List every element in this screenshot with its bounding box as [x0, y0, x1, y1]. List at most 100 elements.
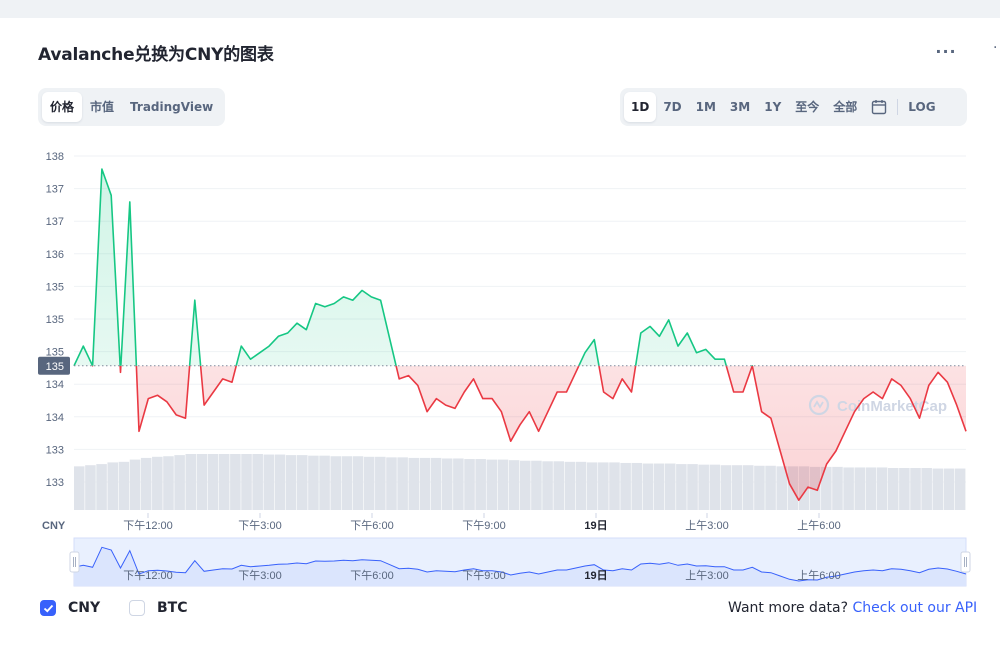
checkmark-icon[interactable] — [40, 600, 56, 616]
volume-bar — [375, 456, 386, 510]
range-ytd[interactable]: 至今 — [788, 92, 826, 122]
x-tick-label: 下午3:00 — [238, 519, 281, 532]
reference-label: 135 — [46, 361, 64, 373]
volume-bar — [943, 468, 955, 510]
volume-bar — [163, 456, 174, 510]
volume-bar — [687, 464, 698, 510]
volume-bar — [564, 461, 576, 510]
volume-bar — [932, 468, 944, 510]
navigator-left-handle[interactable] — [69, 551, 80, 573]
price-area-fill — [74, 169, 966, 501]
legend-btc-label: BTC — [157, 600, 188, 616]
volume-bar — [308, 455, 319, 510]
price-chart[interactable]: CoinMarketCap 135 1381371371361351351351… — [0, 130, 1000, 535]
x-tick-label: 上午3:00 — [685, 519, 728, 532]
volume-bar — [754, 465, 765, 510]
y-tick-label: 137 — [46, 184, 64, 196]
range-3m[interactable]: 3M — [723, 92, 757, 122]
legend-btc[interactable]: BTC — [129, 600, 188, 616]
volume-bar — [887, 468, 899, 510]
api-link[interactable]: Check out our API — [852, 600, 977, 616]
tab-tradingview[interactable]: TradingView — [122, 92, 221, 122]
volume-bar — [230, 454, 241, 510]
volume-bar — [542, 461, 553, 510]
navigator-x-tick-label: 下午6:00 — [350, 569, 393, 582]
volume-bar — [865, 467, 877, 510]
range-navigator[interactable]: 下午12:00 下午3:00 下午6:00 下午9:00 19日 上午3:00 上午6:00 — [0, 536, 1000, 590]
volume-bar — [441, 458, 453, 510]
navigator-x-tick-label: 上午3:00 — [685, 569, 728, 582]
volume-bar — [185, 454, 197, 510]
y-tick-label: 134 — [46, 379, 64, 391]
volume-bar — [464, 459, 475, 510]
side-panel-edge: · — [993, 40, 998, 56]
top-bar — [0, 0, 1000, 18]
navigator-x-tick-label: 上午6:00 — [797, 569, 840, 582]
volume-bar — [899, 468, 910, 510]
range-1d[interactable]: 1D — [624, 92, 657, 122]
volume-bar — [319, 455, 330, 510]
x-tick-label: 上午6:00 — [797, 519, 840, 532]
volume-bar — [140, 457, 152, 510]
volume-bar — [776, 466, 787, 510]
volume-bar — [263, 454, 275, 510]
volume-bar — [330, 456, 341, 510]
volume-bar — [497, 459, 509, 510]
log-toggle[interactable]: LOG — [901, 92, 942, 122]
range-1m[interactable]: 1M — [689, 92, 723, 122]
tab-price[interactable]: 价格 — [42, 92, 83, 122]
volume-bar — [285, 455, 297, 510]
volume-bar — [96, 464, 107, 510]
volume-bar — [709, 464, 721, 510]
navigator-right-handle[interactable] — [960, 551, 971, 573]
volume-bar — [910, 468, 921, 510]
volume-bar — [174, 455, 185, 510]
more-data-text: Want more data? Check out our API — [728, 600, 977, 616]
volume-bar — [854, 467, 866, 510]
volume-bar — [531, 460, 542, 510]
chart-title: Avalanche兑换为CNY的图表 — [38, 45, 274, 65]
volume-bar — [152, 456, 163, 510]
volume-bar — [274, 454, 286, 510]
x-tick-label: 下午9:00 — [462, 519, 505, 532]
below-reference-fill — [74, 365, 966, 501]
tab-market-cap[interactable]: 市值 — [82, 92, 122, 122]
volume-bar — [553, 461, 564, 510]
y-tick-label: 136 — [46, 249, 64, 261]
ellipsis-icon[interactable]: ··· — [934, 42, 958, 62]
volume-bar — [352, 456, 364, 510]
checkbox-empty-icon[interactable] — [129, 600, 145, 616]
legend-cny[interactable]: CNY — [40, 600, 100, 616]
view-tabs: 价格 市值 TradingView — [38, 88, 226, 126]
y-tick-label: 138 — [46, 151, 64, 163]
calendar-icon[interactable] — [864, 92, 894, 122]
currency-axis-label: CNY — [42, 520, 66, 532]
x-tick-label: 19日 — [584, 519, 607, 532]
calendar-icon-glyph — [872, 100, 887, 115]
volume-bar — [207, 454, 219, 510]
range-all[interactable]: 全部 — [826, 92, 864, 122]
range-1y[interactable]: 1Y — [757, 92, 788, 122]
volume-bar — [653, 463, 665, 510]
volume-bar — [609, 462, 620, 510]
volume-bar — [297, 455, 308, 510]
volume-bar — [85, 465, 96, 510]
navigator-x-tick-label: 下午12:00 — [123, 569, 173, 582]
volume-bar — [520, 460, 531, 510]
range-7d[interactable]: 7D — [656, 92, 688, 122]
volume-bar — [731, 465, 743, 510]
x-tick-label: 下午6:00 — [350, 519, 393, 532]
volume-bar — [397, 457, 408, 510]
legend-cny-label: CNY — [68, 600, 101, 616]
y-axis: 138 137 137 136 135 135 135 134 134 133 133 — [46, 151, 64, 489]
y-tick-label: 135 — [46, 347, 64, 359]
volume-bar — [363, 456, 375, 510]
volume-bar — [954, 468, 966, 510]
range-tabs: 1D 7D 1M 3M 1Y 至今 全部 LOG — [620, 88, 967, 126]
volume-bar — [598, 462, 609, 510]
volume-bar — [241, 454, 252, 510]
volume-bar — [575, 461, 587, 510]
y-tick-label: 137 — [46, 216, 64, 228]
x-axis: CNY 下午12:00 下午3:00 下午6:00 下午9:00 19日 上午3:00 上午6… — [42, 513, 841, 532]
y-tick-label: 134 — [46, 412, 64, 424]
